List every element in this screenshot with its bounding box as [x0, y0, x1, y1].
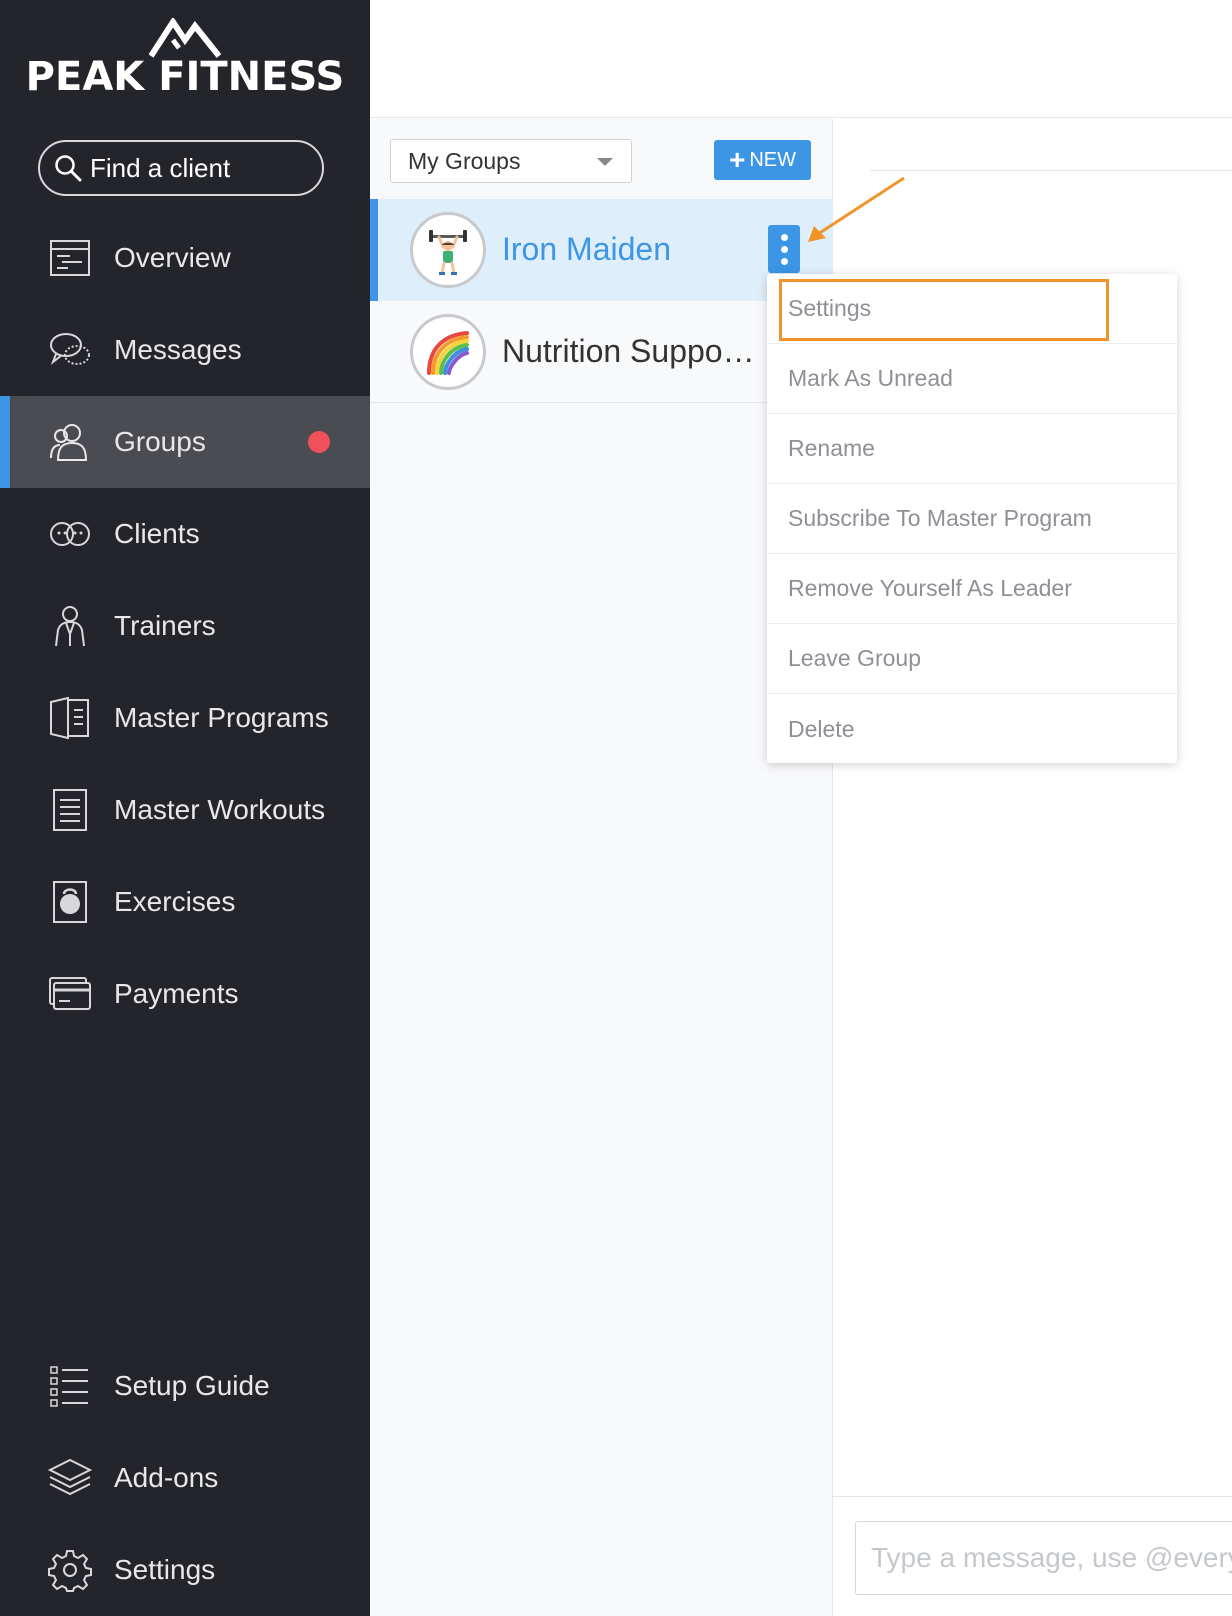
gear-icon [48, 1550, 92, 1592]
menu-item-subscribe-master-program[interactable]: Subscribe To Master Program [767, 484, 1177, 554]
more-vertical-icon-dot [780, 257, 788, 265]
sidebar-item-label: Settings [114, 1554, 216, 1585]
sidebar-item-label: Add-ons [114, 1462, 219, 1493]
sidebar-item-label: Clients [114, 518, 200, 549]
menu-item-rename[interactable]: Rename [767, 414, 1177, 484]
message-composer [833, 1496, 1232, 1616]
group-more-options-button[interactable] [768, 225, 800, 273]
conversation-header-divider [870, 170, 1232, 171]
sidebar-item-label: Messages [114, 334, 242, 365]
brand-logo[interactable]: PEAK FITNESS [0, 18, 370, 108]
sidebar-item-groups[interactable]: Groups [0, 396, 370, 488]
menu-item-mark-as-unread[interactable]: Mark As Unread [767, 344, 1177, 414]
more-vertical-icon [780, 233, 788, 241]
more-vertical-icon-dot [780, 245, 788, 253]
sidebar-item-label: Master Workouts [114, 794, 326, 825]
group-name: Iron Maiden [502, 231, 671, 267]
group-row-nutrition-support[interactable]: Nutrition Support Group [370, 301, 833, 403]
sidebar-item-label: Trainers [114, 610, 216, 641]
group-name: Nutrition Support Group [502, 333, 762, 369]
menu-item-remove-leader[interactable]: Remove Yourself As Leader [767, 554, 1177, 624]
sidebar-item-master-workouts[interactable]: Master Workouts [0, 764, 370, 856]
group-avatar [410, 212, 486, 288]
clients-icon [50, 522, 90, 546]
master-workouts-icon [53, 789, 87, 831]
sidebar-item-settings[interactable]: Settings [0, 1524, 370, 1616]
master-programs-icon [50, 696, 89, 740]
new-group-label: NEW [749, 148, 797, 171]
mountain-logo-icon [149, 18, 221, 58]
rainbow-emoji-icon [427, 331, 469, 375]
menu-item-settings[interactable]: Settings [767, 274, 1177, 344]
caret-down-icon [597, 158, 613, 166]
sidebar-item-trainers[interactable]: Trainers [0, 580, 370, 672]
group-options-menu: Settings Mark As Unread Rename Subscribe… [767, 274, 1177, 763]
overview-icon [50, 240, 90, 276]
plus-icon: + [728, 144, 746, 175]
groups-panel: My Groups + NEW Iron Maiden Nutrition Su… [370, 119, 833, 1616]
menu-item-delete[interactable]: Delete [767, 694, 1177, 764]
checklist-icon [50, 1366, 88, 1407]
sidebar-item-label: Overview [114, 242, 231, 273]
weightlifter-emoji-icon [429, 230, 467, 275]
sidebar-item-label: Master Programs [114, 702, 329, 733]
sidebar-item-label: Payments [114, 978, 239, 1009]
groups-icon [50, 424, 88, 461]
kettlebell-icon [53, 881, 87, 923]
sidebar-item-label: Setup Guide [114, 1370, 270, 1401]
sidebar-item-clients[interactable]: Clients [0, 488, 370, 580]
search-input[interactable] [90, 152, 310, 184]
payments-icon [49, 977, 91, 1010]
client-search[interactable] [38, 140, 324, 196]
annotation-arrow-icon [808, 176, 905, 242]
menu-item-leave-group[interactable]: Leave Group [767, 624, 1177, 694]
search-icon [55, 155, 82, 182]
sidebar-item-label: Groups [114, 426, 206, 457]
new-group-button[interactable]: + NEW [714, 140, 811, 180]
sidebar-item-overview[interactable]: Overview [0, 212, 370, 304]
sidebar-item-setup-guide[interactable]: Setup Guide [0, 1340, 370, 1432]
trainer-icon [55, 606, 85, 647]
top-bar [370, 0, 1232, 118]
sidebar-item-exercises[interactable]: Exercises [0, 856, 370, 948]
group-avatar [410, 314, 486, 390]
message-input[interactable] [855, 1521, 1232, 1595]
sidebar-item-add-ons[interactable]: Add-ons [0, 1432, 370, 1524]
sidebar-item-master-programs[interactable]: Master Programs [0, 672, 370, 764]
group-row-iron-maiden[interactable]: Iron Maiden [370, 199, 833, 301]
brand-name: PEAK FITNESS [25, 54, 345, 100]
notification-badge [308, 431, 330, 453]
sidebar-item-messages[interactable]: Messages [0, 304, 370, 396]
group-filter-select[interactable]: My Groups [390, 139, 632, 183]
sidebar: PEAK FITNESS Overview Messages [0, 0, 370, 1616]
sidebar-item-payments[interactable]: Payments [0, 948, 370, 1040]
group-filter-value: My Groups [408, 147, 521, 174]
sidebar-item-label: Exercises [114, 886, 236, 917]
layers-icon [48, 1458, 92, 1496]
messages-icon [50, 333, 90, 365]
